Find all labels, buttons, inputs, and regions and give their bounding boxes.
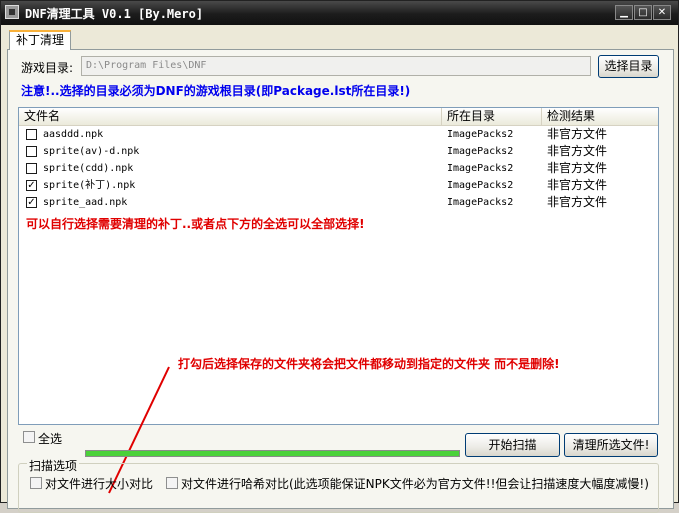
table-row[interactable]: sprite(cdd).npk ImagePacks2 非官方文件 (19, 160, 658, 177)
row-filename: aasddd.npk (43, 129, 104, 140)
select-all-box[interactable] (23, 431, 35, 443)
row-checkbox[interactable]: ✓ (26, 197, 37, 208)
start-scan-button[interactable]: 开始扫描 (465, 433, 560, 457)
row-folder: ImagePacks2 (447, 197, 514, 208)
close-button[interactable]: ✕ (653, 5, 671, 20)
table-row[interactable]: ✓ sprite_aad.npk ImagePacks2 非官方文件 (19, 194, 658, 211)
app-icon (5, 5, 19, 19)
window-title: DNF清理工具 V0.1 [By.Mero] (25, 7, 204, 21)
directory-label: 游戏目录: (21, 61, 74, 75)
progress-fill (86, 451, 459, 456)
row-checkbox[interactable]: ✓ (26, 180, 37, 191)
row-result: 非官方文件 (547, 127, 608, 141)
row-result: 非官方文件 (547, 195, 608, 209)
hash-compare-checkbox[interactable] (166, 477, 178, 489)
scan-options-title: 扫描选项 (27, 457, 80, 474)
notice-text: 注意!..选择的目录必须为DNF的游戏根目录(即Package.lst所在目录!… (21, 84, 411, 98)
maximize-button[interactable]: □ (634, 5, 652, 20)
table-row[interactable]: aasddd.npk ImagePacks2 非官方文件 (19, 126, 658, 143)
checkmark-icon: ✓ (27, 180, 36, 191)
row-result: 非官方文件 (547, 144, 608, 158)
row-checkbox[interactable] (26, 129, 37, 140)
row-checkbox[interactable] (26, 163, 37, 174)
list-header: 文件名 所在目录 检测结果 (19, 108, 658, 126)
size-compare-checkbox[interactable] (30, 477, 42, 489)
row-result: 非官方文件 (547, 161, 608, 175)
selection-hint: 可以自行选择需要清理的补丁..或者点下方的全选可以全部选择! (26, 217, 365, 231)
main-window: DNF清理工具 V0.1 [By.Mero] ▁ □ ✕ 补丁清理 游戏目录: … (0, 0, 679, 513)
directory-path-field[interactable]: D:\Program Files\DNF (81, 56, 591, 76)
checkmark-icon: ✓ (27, 197, 36, 208)
minimize-button[interactable]: ▁ (615, 5, 633, 20)
row-folder: ImagePacks2 (447, 129, 514, 140)
title-bar[interactable]: DNF清理工具 V0.1 [By.Mero] ▁ □ ✕ (1, 1, 678, 25)
row-folder: ImagePacks2 (447, 146, 514, 157)
row-filename: sprite_aad.npk (43, 197, 128, 208)
column-header-result[interactable]: 检测结果 (542, 108, 658, 125)
move-annotation: 打勾后选择保存的文件夹将会把文件都移动到指定的文件夹 而不是删除! (178, 357, 560, 371)
row-filename: sprite(cdd).npk (43, 163, 134, 174)
row-filename: sprite(av)-d.npk (43, 146, 140, 157)
table-row[interactable]: ✓ sprite(补丁).npk ImagePacks2 非官方文件 (19, 177, 658, 194)
hash-compare-label: 对文件进行哈希对比(此选项能保证NPK文件必为官方文件!!但会让扫描速度大幅度减… (181, 477, 649, 491)
column-header-filename[interactable]: 文件名 (19, 108, 442, 125)
row-result: 非官方文件 (547, 178, 608, 192)
tab-patch-clean[interactable]: 补丁清理 (9, 30, 71, 50)
clean-selected-button[interactable]: 清理所选文件! (564, 433, 658, 457)
row-filename: sprite(补丁).npk (43, 180, 136, 191)
row-checkbox[interactable] (26, 146, 37, 157)
choose-directory-button[interactable]: 选择目录 (598, 55, 659, 78)
column-header-folder[interactable]: 所在目录 (442, 108, 542, 125)
select-all-checkbox[interactable]: 全选 (23, 430, 83, 446)
size-compare-label: 对文件进行大小对比 (45, 477, 154, 491)
scan-progress-bar (85, 450, 460, 457)
table-row[interactable]: sprite(av)-d.npk ImagePacks2 非官方文件 (19, 143, 658, 160)
select-all-label: 全选 (38, 432, 63, 446)
row-folder: ImagePacks2 (447, 163, 514, 174)
row-folder: ImagePacks2 (447, 180, 514, 191)
